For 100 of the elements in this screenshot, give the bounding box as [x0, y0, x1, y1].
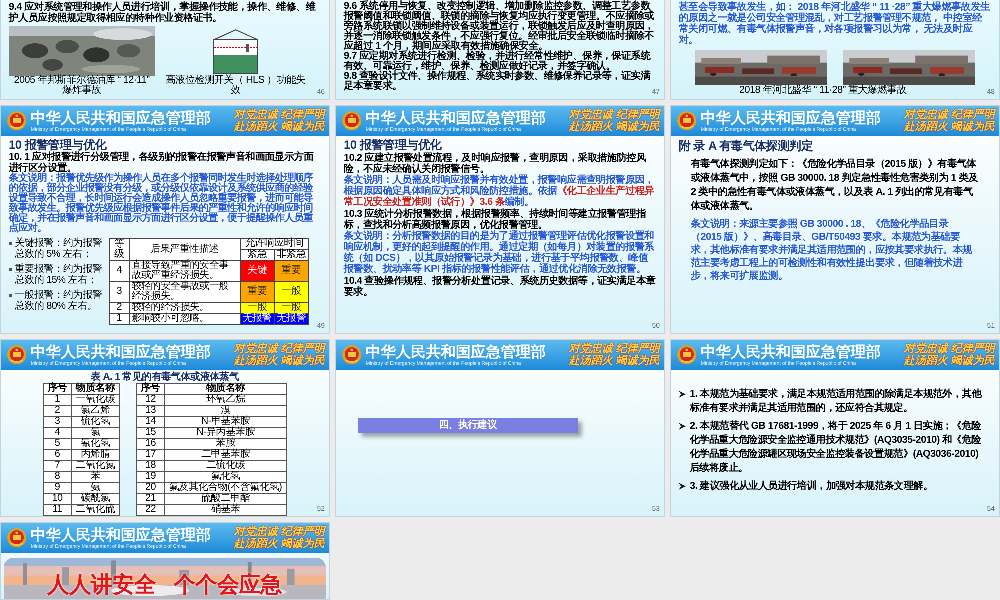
table-cell: 苯胺 [164, 438, 287, 450]
table-cell: 3 [110, 282, 130, 302]
section-title: 10 报警管理与优化 [344, 138, 443, 152]
table-cell: 4 [43, 428, 72, 438]
table-cell: 2 [43, 406, 72, 416]
table-cell: 硝基苯 [164, 504, 287, 516]
table-cell: 氨 [72, 482, 120, 494]
column-header: 物质名称 [72, 384, 120, 394]
table-cell: 6 [43, 450, 72, 460]
slogan-text: 对党忠诚 纪律严明 [904, 109, 995, 121]
column-header: 序号 [43, 384, 72, 394]
table-cell: 13 [136, 406, 165, 416]
emblem-icon [342, 345, 362, 365]
table-cell: 21 [136, 494, 165, 504]
table-cell: 20 [136, 482, 165, 494]
bullet-icon [9, 242, 12, 245]
section-title: 附 录 A 有毒气体探测判定 [679, 138, 814, 154]
table-cell: 二氧化氮 [72, 460, 120, 472]
table-cell: 环氧乙烷 [164, 394, 287, 406]
section-title: 10 报警管理与优化 [9, 138, 107, 152]
table-cell: 1 [110, 314, 130, 324]
table-cell: 5 [43, 438, 72, 450]
table-cell: 7 [43, 460, 72, 472]
table-cell: 溴 [164, 406, 287, 416]
table-cell: 无报警 [240, 314, 274, 324]
table-cell: 22 [136, 504, 165, 516]
table-cell: 氰化氢 [72, 438, 120, 450]
emblem-icon [677, 111, 697, 131]
section-banner: 四、执行建议 [358, 418, 578, 433]
clause-text: 10.4 查验操作规程、报警分析处置记录、系统历史数据等，证实满足本章要求。 [344, 276, 656, 298]
table-cell: 一般 [274, 282, 308, 302]
ministry-title: 中华人民共和国应急管理部 [31, 110, 211, 126]
table-cell: 无报警 [274, 314, 308, 324]
column-header: 等级 [110, 238, 130, 260]
table-cell: 氯乙烯 [72, 406, 120, 416]
table-cell: 苯 [72, 472, 120, 482]
ministry-title: 中华人民共和国应急管理部 [31, 344, 211, 360]
note-text: 条文说明：人员需及时响应报警并有效处置，报警响应需查明报警原因，根据原因确定具体响应方式和风险防控措施。依据《化工企业生产过程异常工况安全处置准则（试行）》3.6 条编制。 [344, 175, 656, 208]
figure-caption: 2005 年邦斯菲尔德油库 “ 12·11” 爆炸事故 [13, 76, 151, 96]
bullet-icon [9, 268, 12, 271]
list-item-text: 2. 本规范替代 GB 17681-1999，将于 2025 年 6 月 1 日实施；《危险化学品重大危险源安全监控通用技术规范》(AQ3035-2010) 和《危险化学品重大危险源罐区现场安全监控装备设置规范》(AQ3036-2010) 后续将废止。 [690, 420, 982, 476]
slogan-text: 对党忠诚 纪律严明 [904, 343, 995, 355]
emblem-icon [342, 111, 362, 131]
table-cell: 较轻的经济损失。 [129, 302, 240, 314]
table-cell: 8 [43, 472, 72, 482]
note-text: 条文说明：分析报警数据的目的是为了通过报警管理评估优化报警设置和响应机制，更好的起到提醒的作用。通过定期（如每月）对装置的报警系统（如 DCS），以其原始报警记录为基础，进行基于平均报警数、峰值报警数、扰动率等 KPI 指标的报警性能评估，通过优化消除无效报警。 [344, 231, 656, 275]
list-item-text: 1. 本规范为基础要求，满足本规范适用范围的除满足本规范外，其他标准有要求并满足其适用范围的，还应符合其规定。 [690, 388, 983, 416]
note-text: 条文说明：报警优先级作为操作人员在多个报警同时发生时选择处理顺序的依据，部分企业报警没有分级，或分级仅依靠设计及系统供应商的经验设置导致不合理，长时间运行会造成操作人员忽略重要报警，进而可能导致事故发生。报警优先级应根据报警事件后果的严重性和允许的响应时间确定，并在报警声音和画面显示方面进行区分设置，便于提醒操作人员重点应对。 [9, 174, 314, 234]
table-cell: 4 [110, 260, 130, 282]
slogan-text: 赴汤蹈火 竭诚为民 [234, 121, 325, 133]
table-cell: 较轻的安全事故或一般经济损失。 [129, 282, 240, 302]
table-cell: 18 [136, 460, 165, 472]
table-caption: 表 A. 1 常见的有毒气体或液体蒸气 [90, 372, 240, 383]
bullet-icon [9, 294, 12, 297]
emblem-icon [677, 345, 697, 365]
table-cell: 硫酸二甲酯 [164, 494, 287, 504]
table-cell: 二甲基苯胺 [164, 450, 287, 460]
slogan-text: 对党忠诚 纪律严明 [568, 343, 660, 355]
slogan-text: 赴汤蹈火 竭诚为民 [568, 355, 660, 367]
list-item-text: 关键报警：约为报警总数的 5% 左右； [15, 238, 104, 260]
table-cell: N-异丙基苯胺 [164, 428, 287, 438]
table-cell: 重要 [274, 260, 308, 282]
slogan-text: 对党忠诚 纪律严明 [234, 343, 325, 355]
list-item-text: 3. 建议强化从业人员进行培训，加强对本规范条文理解。 [690, 480, 934, 494]
table-cell: 一般 [240, 302, 274, 314]
table-cell: 关键 [240, 260, 274, 282]
table-cell: 氟化氢 [164, 472, 287, 482]
table-cell: 重要 [240, 282, 274, 302]
table-cell: 氟及其化合物(不含氟化氢) [164, 482, 287, 494]
slogan-text: 人人讲安全 个个会应急 [48, 573, 282, 597]
ministry-title: 中华人民共和国应急管理部 [366, 344, 546, 360]
ministry-title: 中华人民共和国应急管理部 [701, 344, 881, 360]
clause-text: 有毒气体探测判定如下：《危险化学品目录（2015 版）》有毒气体或液体蒸气中，按照 GB 30000. 18 判定急性毒性危害类别为 1 类及 2 类中的急性有毒气体或液体蒸气，以及表 A. 1 列出的常见有毒气体或液体蒸气。 [690, 158, 980, 214]
ministry-title: 中华人民共和国应急管理部 [701, 110, 881, 126]
bullet-arrow-icon [679, 391, 686, 398]
note-text: 条文说明：来源主要参照 GB 30000 . 18、《危险化学品目录（2015 版）》、高毒目录、GB/T50493 要求。本规范为基础要求，其他标准有要求并满足其适用范围的，应按其要求执行。本规范主要考虑工程上的可检测性和有效性提出要求，但随着技术进步，将来可扩展监测。 [690, 218, 974, 283]
clause-text: 10.3 应统计分析报警数据，根据报警频率、持续时间等建立报警管理指标，查找和分析高频报警原因，优化报警管理。 [344, 209, 646, 231]
slogan-text: 对党忠诚 纪律严明 [234, 109, 325, 121]
table-cell: N-甲基苯胺 [164, 416, 287, 428]
table-cell: 19 [136, 472, 165, 482]
table-cell: 9 [43, 482, 72, 494]
slogan-text: 对党忠诚 纪律严明 [234, 526, 325, 538]
table-cell: 硫化氢 [72, 416, 120, 428]
table-cell: 1 [43, 394, 72, 406]
table-cell: 17 [136, 450, 165, 460]
column-header: 后果严重性描述 [129, 238, 240, 260]
table-cell: 丙烯腈 [72, 450, 120, 460]
table-cell: 11 [43, 504, 72, 516]
bullet-arrow-icon [679, 483, 686, 490]
figure-caption: 高液位检测开关（ HLS ）功能失效 [165, 76, 307, 96]
table-cell: 3 [43, 416, 72, 428]
list-item-text: 重要报警：约为报警总数的 15% 左右； [15, 264, 104, 286]
table-cell: 16 [136, 438, 165, 450]
table-cell: 氯 [72, 428, 120, 438]
slogan-text: 赴汤蹈火 竭诚为民 [904, 355, 995, 367]
list-item-text: 一般报警：约为报警总数的 80% 左右。 [15, 290, 104, 312]
table-cell: 影响较小可忽略。 [129, 314, 240, 324]
slogan-text: 对党忠诚 纪律严明 [568, 109, 660, 121]
note-text: 甚至会导致事故发生，如： 2018 年河北盛华 “ 11 ·28” 重大爆燃事故发生的原因之一就是公司安全管理混乱，对工艺报警管理不规范， 中控室经常关闭可燃、有毒气体报警声音，对各项报警习以为常， 无法及时应对。 [679, 2, 991, 46]
column-header: 序号 [136, 384, 165, 394]
